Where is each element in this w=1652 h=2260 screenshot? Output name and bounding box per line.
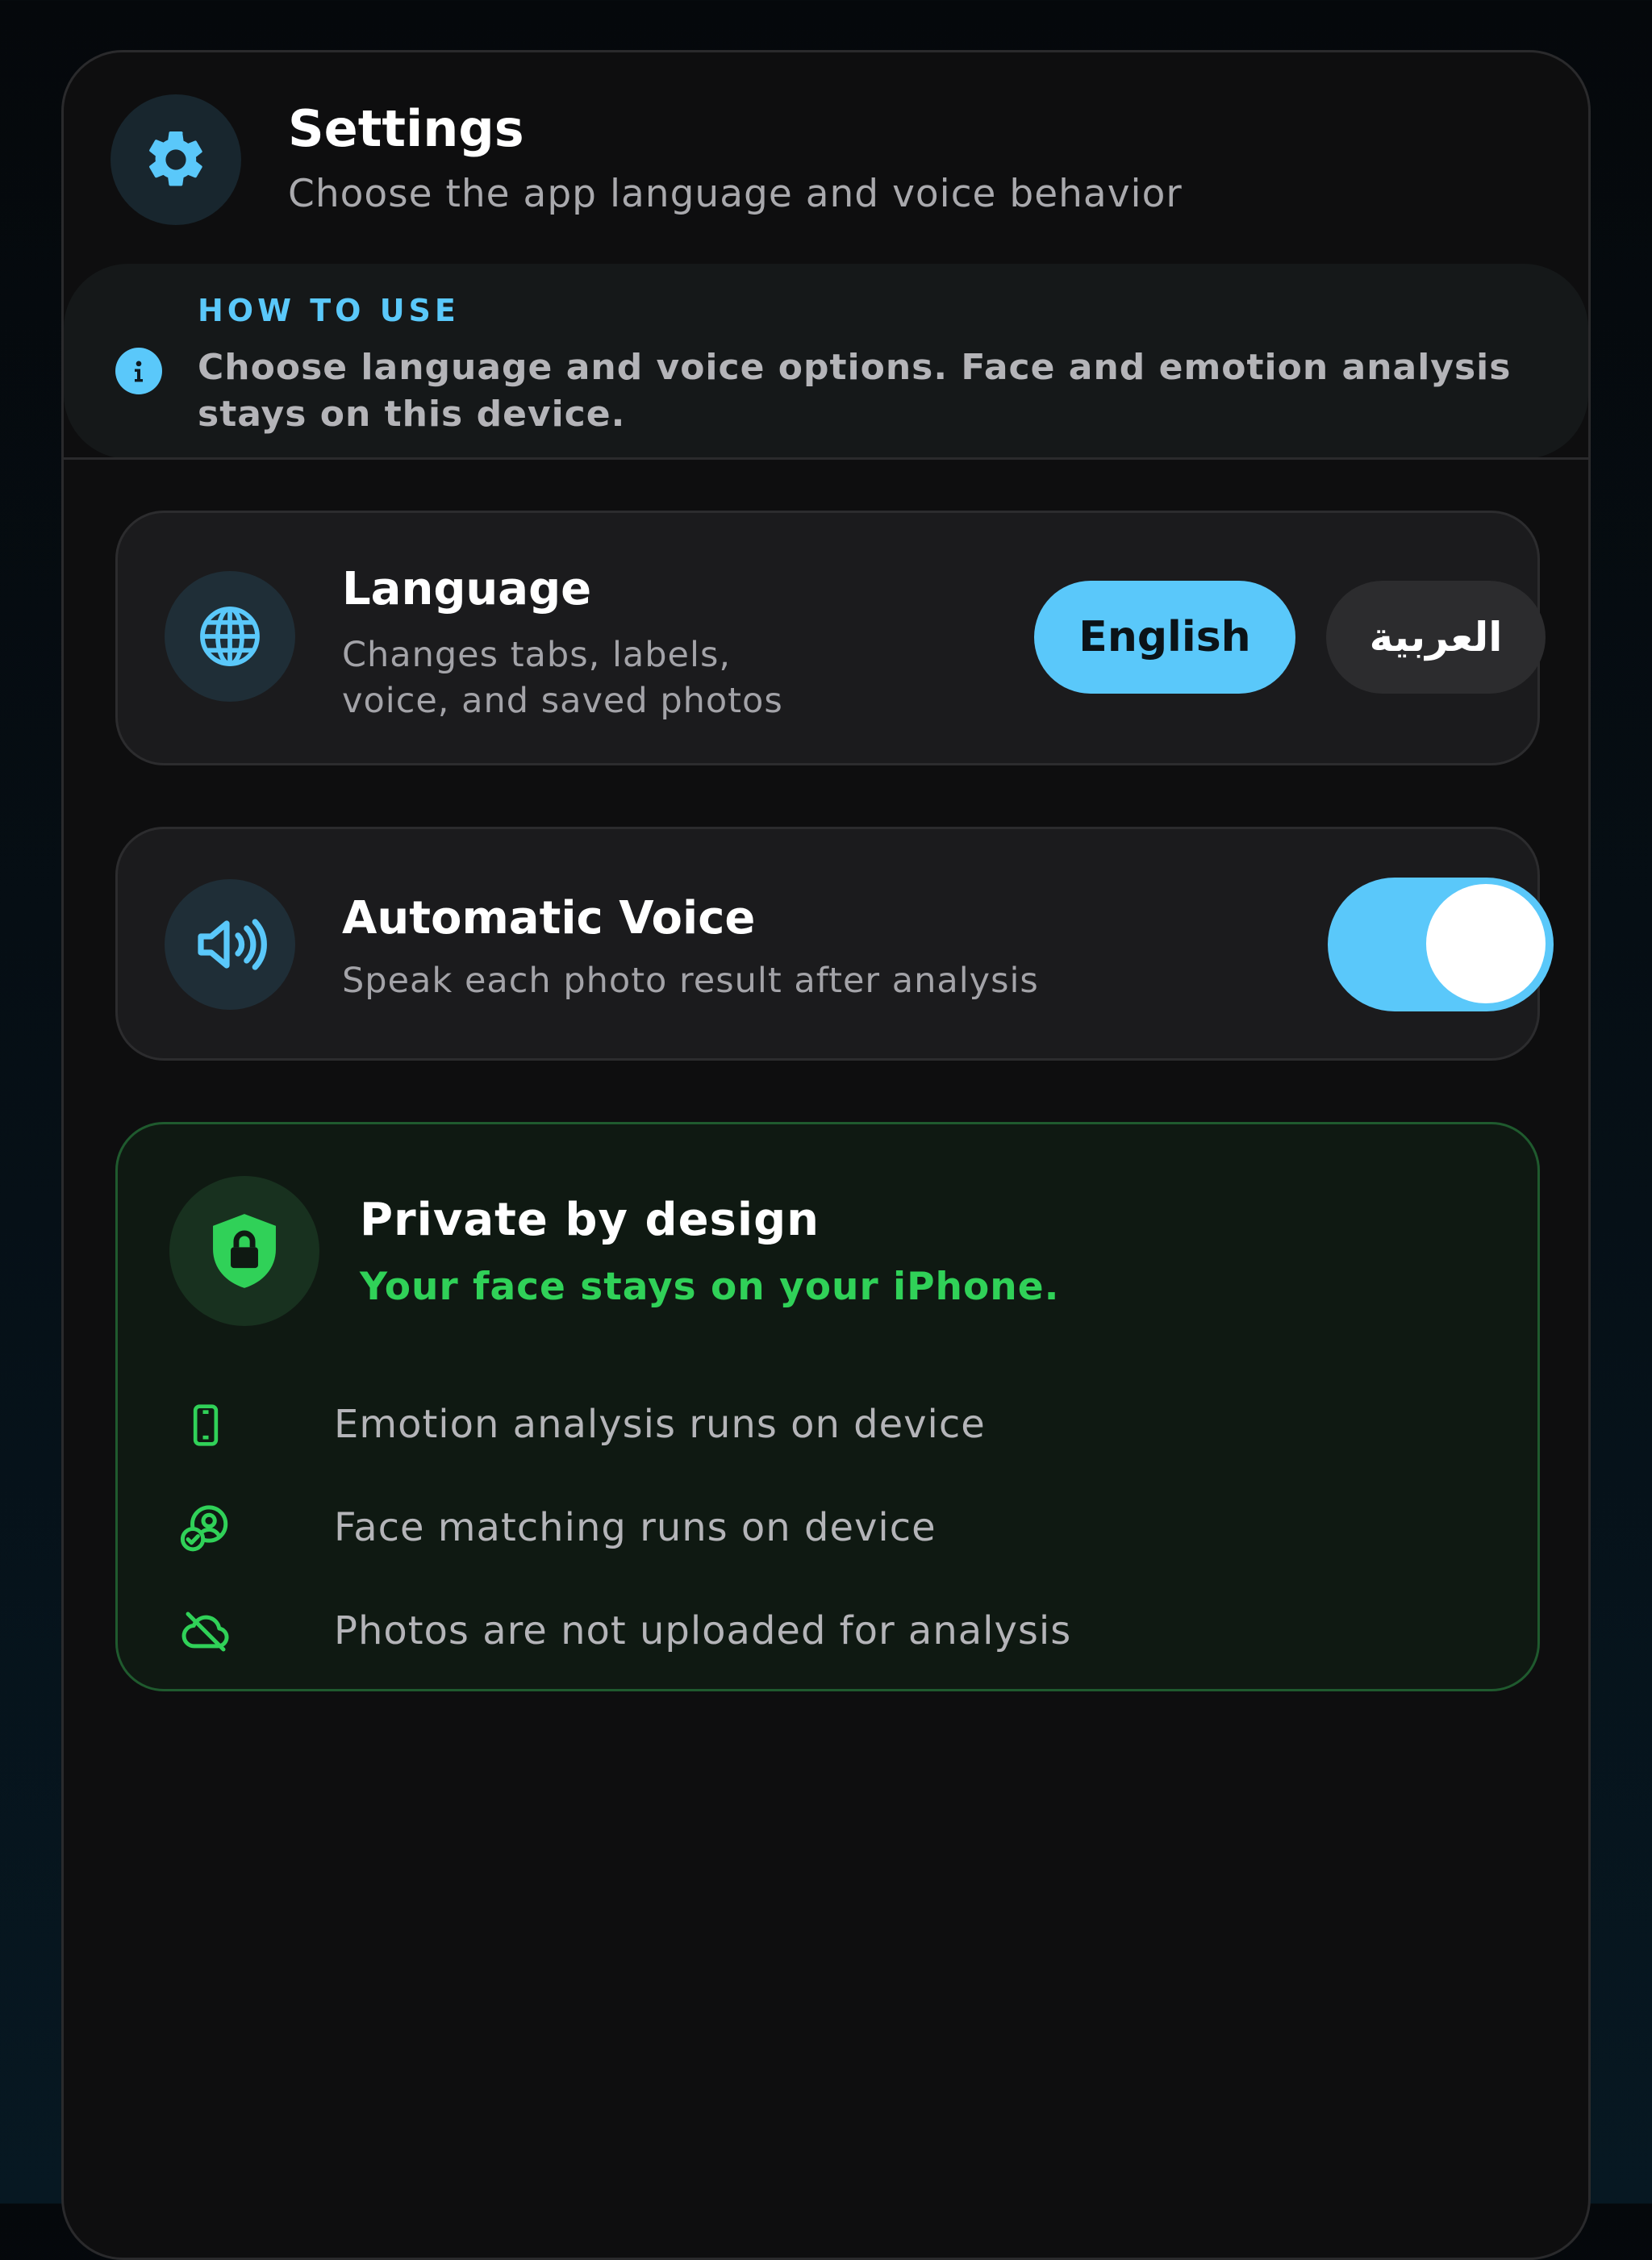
speaker-wave-icon — [165, 879, 295, 1010]
how-to-use-banner: HOW TO USE Choose language and voice opt… — [64, 264, 1588, 459]
page-subtitle: Choose the app language and voice behavi… — [288, 172, 1183, 216]
page-title: Settings — [288, 99, 524, 158]
language-title: Language — [342, 563, 592, 615]
automatic-voice-title: Automatic Voice — [342, 892, 756, 944]
language-subtitle: Changes tabs, labels, voice, and saved p… — [342, 635, 783, 721]
privacy-subtitle: Your face stays on your iPhone. — [360, 1265, 1060, 1309]
language-option-english[interactable]: English — [1034, 581, 1295, 694]
globe-icon — [165, 571, 295, 702]
privacy-item: Face matching runs on device — [169, 1492, 1460, 1565]
privacy-item-text: Emotion analysis runs on device — [334, 1402, 986, 1447]
privacy-title: Private by design — [360, 1194, 820, 1246]
toggle-knob — [1426, 884, 1546, 1003]
automatic-voice-toggle[interactable] — [1328, 878, 1554, 1011]
cloud-slash-icon — [169, 1603, 242, 1660]
privacy-item: Photos are not uploaded for analysis — [169, 1595, 1460, 1668]
privacy-card: Private by design Your face stays on you… — [115, 1122, 1540, 1691]
settings-panel: Settings Choose the app language and voi… — [61, 50, 1591, 2260]
shield-lock-icon — [169, 1176, 319, 1326]
privacy-item-text: Photos are not uploaded for analysis — [334, 1608, 1072, 1653]
how-to-use-text: Choose language and voice options. Face … — [198, 347, 1512, 435]
language-card: Language Changes tabs, labels, voice, an… — [115, 511, 1546, 765]
automatic-voice-card: Automatic Voice Speak each photo result … — [115, 827, 1554, 1061]
language-option-arabic[interactable]: العربية — [1326, 581, 1546, 694]
header-divider — [64, 457, 1588, 460]
automatic-voice-subtitle: Speak each photo result after analysis — [342, 961, 1039, 1001]
phone-icon — [169, 1397, 242, 1453]
privacy-item: Emotion analysis runs on device — [169, 1389, 1460, 1461]
settings-header: Settings Choose the app language and voi… — [64, 52, 1588, 262]
face-check-icon — [169, 1500, 242, 1557]
privacy-item-text: Face matching runs on device — [334, 1505, 937, 1550]
gear-icon — [111, 94, 241, 225]
info-icon — [115, 348, 162, 394]
how-to-use-label: HOW TO USE — [198, 293, 460, 328]
